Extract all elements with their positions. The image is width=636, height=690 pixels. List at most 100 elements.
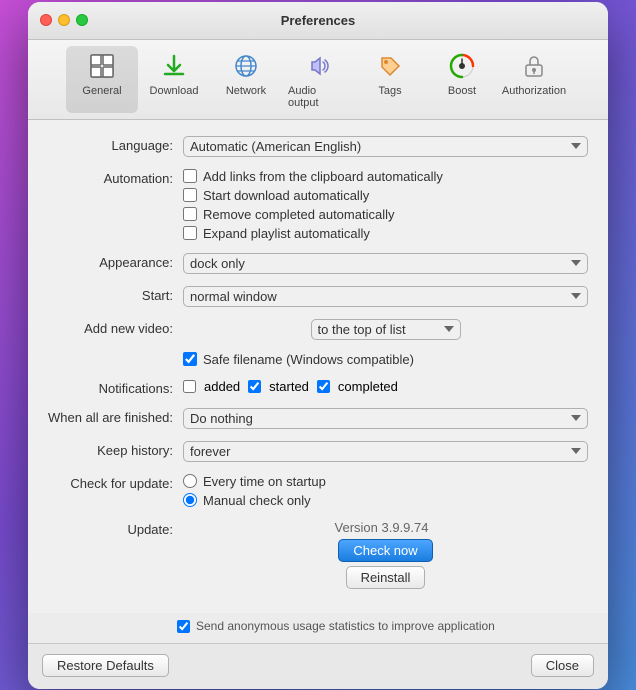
language-row: Language: Automatic (American English) (48, 136, 588, 157)
safe-filename-checkbox[interactable] (183, 352, 197, 366)
notifications-checks: added started completed (183, 379, 588, 394)
auto-clipboard-label: Add links from the clipboard automatical… (203, 169, 443, 184)
boost-icon (446, 50, 478, 82)
start-label: Start: (48, 286, 183, 303)
notif-completed-checkbox[interactable] (317, 380, 330, 393)
minimize-button[interactable] (58, 14, 70, 26)
when-finished-row: When all are finished: Do nothing Quit a… (48, 408, 588, 429)
notifications-row: Notifications: added started completed (48, 379, 588, 396)
update-content: Version 3.9.9.74 Check now Reinstall (183, 520, 588, 589)
general-icon (86, 50, 118, 82)
toolbar-item-tags[interactable]: Tags (354, 46, 426, 113)
automation-remove: Remove completed automatically (183, 207, 588, 222)
toolbar-label-download: Download (150, 85, 199, 97)
add-video-select[interactable]: to the top of list to the bottom of list (311, 319, 461, 340)
anon-row: Send anonymous usage statistics to impro… (28, 613, 608, 643)
check-update-label: Check for update: (48, 474, 183, 491)
language-content: Automatic (American English) (183, 136, 588, 157)
fullscreen-button[interactable] (76, 14, 88, 26)
safe-filename-label: Safe filename (Windows compatible) (203, 352, 414, 367)
check-now-button[interactable]: Check now (338, 539, 432, 562)
notif-added-checkbox[interactable] (183, 380, 196, 393)
anon-checkbox[interactable] (177, 620, 190, 633)
language-label: Language: (48, 136, 183, 153)
toolbar-item-download[interactable]: Download (138, 46, 210, 113)
audio-icon (302, 50, 334, 82)
toolbar-item-general[interactable]: General (66, 46, 138, 113)
auto-start-checkbox[interactable] (183, 188, 197, 202)
update-row: Update: Version 3.9.9.74 Check now Reins… (48, 520, 588, 589)
start-select[interactable]: normal window minimized hidden (183, 286, 588, 307)
auto-start-label: Start download automatically (203, 188, 369, 203)
traffic-lights (40, 14, 88, 26)
add-video-label: Add new video: (48, 319, 183, 336)
auto-expand-checkbox[interactable] (183, 226, 197, 240)
download-icon (158, 50, 190, 82)
automation-content: Add links from the clipboard automatical… (183, 169, 588, 241)
when-finished-label: When all are finished: (48, 408, 183, 425)
automation-row: Automation: Add links from the clipboard… (48, 169, 588, 241)
network-icon (230, 50, 262, 82)
close-button[interactable] (40, 14, 52, 26)
keep-history-content: forever 1 day 1 week 1 month (183, 441, 588, 462)
notif-added-label: added (204, 379, 240, 394)
titlebar: Preferences (28, 2, 608, 40)
update-startup-row: Every time on startup (183, 474, 588, 489)
start-content: normal window minimized hidden (183, 286, 588, 307)
start-row: Start: normal window minimized hidden (48, 286, 588, 307)
appearance-label: Appearance: (48, 253, 183, 270)
safe-filename-spacer (48, 352, 183, 354)
when-finished-content: Do nothing Quit application Sleep Shutdo… (183, 408, 588, 429)
close-button[interactable]: Close (531, 654, 594, 677)
authorization-icon (518, 50, 550, 82)
reinstall-button[interactable]: Reinstall (346, 566, 426, 589)
update-label: Update: (48, 520, 183, 537)
keep-history-select[interactable]: forever 1 day 1 week 1 month (183, 441, 588, 462)
update-manual-radio[interactable] (183, 493, 197, 507)
notif-started-checkbox[interactable] (248, 380, 261, 393)
check-update-row: Check for update: Every time on startup … (48, 474, 588, 508)
appearance-row: Appearance: dock only normal window menu… (48, 253, 588, 274)
auto-clipboard-checkbox[interactable] (183, 169, 197, 183)
preferences-content: Language: Automatic (American English) A… (28, 120, 608, 613)
toolbar-label-audio: Audio output (288, 85, 348, 109)
safe-filename-check-row: Safe filename (Windows compatible) (183, 352, 588, 367)
window-title: Preferences (281, 13, 355, 28)
update-startup-label: Every time on startup (203, 474, 326, 489)
auto-remove-label: Remove completed automatically (203, 207, 394, 222)
safe-filename-row: Safe filename (Windows compatible) (48, 352, 588, 367)
automation-clipboard: Add links from the clipboard automatical… (183, 169, 588, 184)
toolbar-label-general: General (82, 85, 121, 97)
notifications-content: added started completed (183, 379, 588, 394)
notifications-label: Notifications: (48, 379, 183, 396)
automation-expand: Expand playlist automatically (183, 226, 588, 241)
notif-started-label: started (269, 379, 309, 394)
language-select[interactable]: Automatic (American English) (183, 136, 588, 157)
safe-filename-content: Safe filename (Windows compatible) (183, 352, 588, 367)
notif-completed-label: completed (338, 379, 398, 394)
appearance-content: dock only normal window menu bar only (183, 253, 588, 274)
update-startup-radio[interactable] (183, 474, 197, 488)
toolbar-item-authorization[interactable]: Authorization (498, 46, 570, 113)
footer: Restore Defaults Close (28, 643, 608, 689)
when-finished-select[interactable]: Do nothing Quit application Sleep Shutdo… (183, 408, 588, 429)
toolbar-item-boost[interactable]: Boost (426, 46, 498, 113)
tags-icon (374, 50, 406, 82)
add-video-content: to the top of list to the bottom of list (183, 319, 588, 340)
version-text: Version 3.9.9.74 (335, 520, 429, 535)
toolbar-item-audio[interactable]: Audio output (282, 46, 354, 113)
toolbar-label-network: Network (226, 85, 266, 97)
toolbar-label-boost: Boost (448, 85, 476, 97)
update-manual-row: Manual check only (183, 493, 588, 508)
auto-remove-checkbox[interactable] (183, 207, 197, 221)
toolbar-label-tags: Tags (378, 85, 401, 97)
automation-label: Automation: (48, 169, 183, 186)
preferences-window: Preferences General Do (28, 2, 608, 689)
automation-start: Start download automatically (183, 188, 588, 203)
add-video-row: Add new video: to the top of list to the… (48, 319, 588, 340)
appearance-select[interactable]: dock only normal window menu bar only (183, 253, 588, 274)
auto-expand-label: Expand playlist automatically (203, 226, 370, 241)
restore-defaults-button[interactable]: Restore Defaults (42, 654, 169, 677)
toolbar-item-network[interactable]: Network (210, 46, 282, 113)
toolbar-label-authorization: Authorization (502, 85, 566, 97)
